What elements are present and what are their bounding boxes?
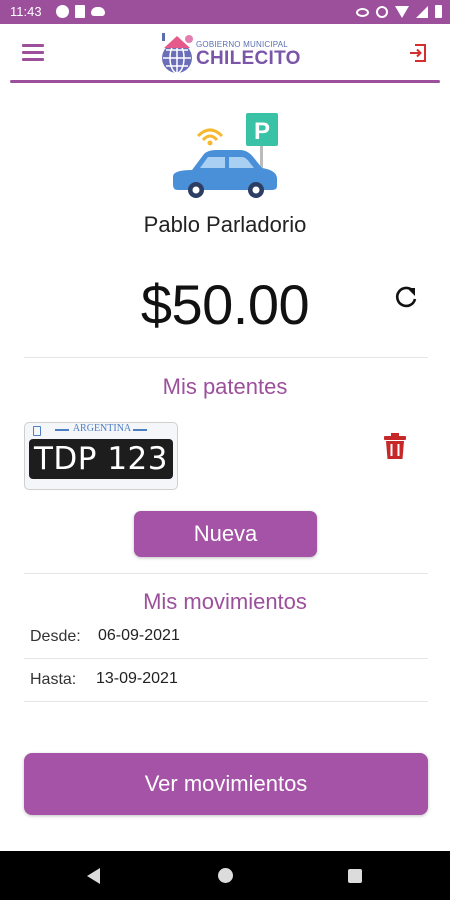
notification-icon	[56, 5, 69, 18]
divider	[24, 701, 428, 702]
system-nav-bar	[0, 851, 450, 900]
sim-icon	[75, 5, 85, 18]
status-left-icons	[56, 5, 105, 18]
delete-plate-icon[interactable]	[383, 432, 407, 460]
date-from-value[interactable]: 06-09-2021	[98, 627, 180, 645]
status-time: 11:43	[10, 4, 42, 19]
view-movements-button[interactable]: Ver movimientos	[24, 753, 428, 815]
header-divider	[10, 80, 440, 83]
divider	[24, 573, 428, 574]
eye-icon	[356, 8, 369, 17]
date-to-value[interactable]: 13-09-2021	[96, 670, 178, 688]
status-right-icons	[356, 5, 442, 18]
home-icon[interactable]	[218, 868, 233, 883]
logout-icon[interactable]	[408, 43, 428, 63]
circle-icon	[376, 5, 388, 18]
svg-text:P: P	[254, 118, 270, 145]
date-from-label: Desde:	[30, 628, 81, 645]
divider	[24, 357, 428, 358]
back-icon[interactable]	[87, 868, 100, 884]
license-plate[interactable]: ARGENTINA TDP 123	[24, 422, 178, 490]
cloud-icon	[91, 7, 105, 16]
user-name: Pablo Parladorio	[143, 212, 307, 237]
refresh-icon[interactable]	[392, 283, 420, 311]
balance-amount: $50.00	[140, 273, 310, 336]
movimientos-title: Mis movimientos	[143, 589, 307, 614]
municipal-logo: GOBIERNO MUNICIPAL CHILECITO	[158, 30, 301, 76]
plate-number: TDP 123	[29, 439, 173, 479]
new-plate-button[interactable]: Nueva	[134, 511, 317, 557]
parking-car-icon: P	[170, 110, 282, 200]
app-header: GOBIERNO MUNICIPAL CHILECITO	[0, 24, 450, 82]
globe-logo-icon	[162, 33, 193, 74]
patentes-title: Mis patentes	[162, 374, 288, 399]
date-to-label: Hasta:	[30, 671, 77, 688]
plate-country: ARGENTINA	[72, 423, 132, 434]
date-to-row[interactable]: Hasta: 13-09-2021	[24, 661, 428, 701]
signal-icon	[416, 5, 428, 18]
logo-title: CHILECITO	[196, 48, 301, 69]
battery-icon	[435, 5, 442, 18]
status-bar: 11:43	[0, 0, 450, 24]
divider	[24, 658, 428, 659]
hamburger-menu-icon[interactable]	[22, 44, 44, 62]
date-from-row[interactable]: Desde: 06-09-2021	[24, 618, 428, 658]
wifi-icon	[395, 5, 409, 18]
recent-apps-icon[interactable]	[348, 869, 362, 883]
